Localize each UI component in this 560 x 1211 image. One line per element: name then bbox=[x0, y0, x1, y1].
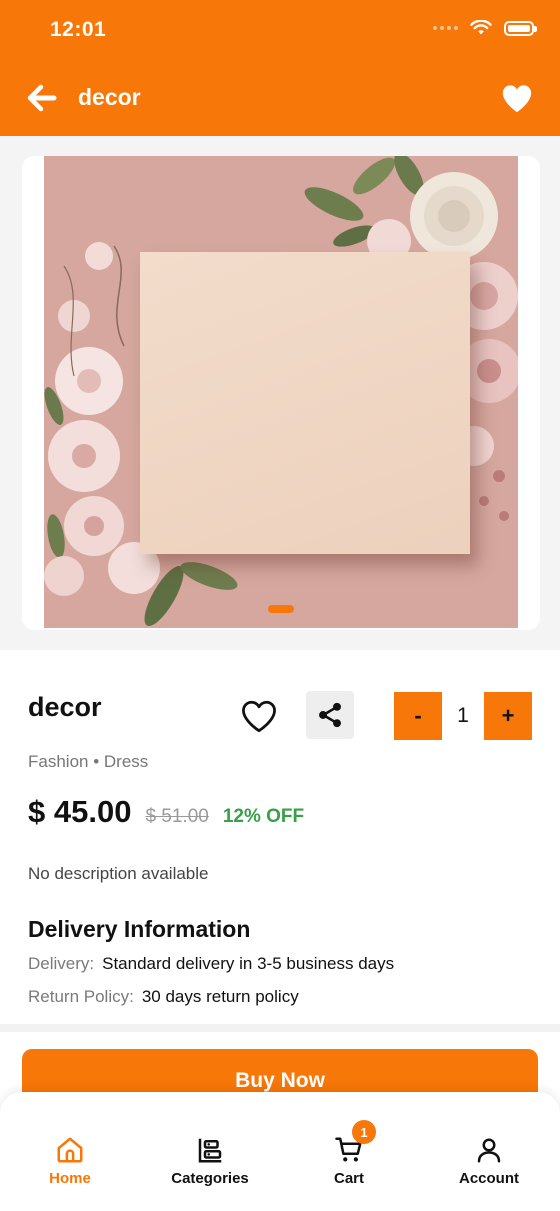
original-price: $ 51.00 bbox=[145, 806, 209, 827]
battery-icon bbox=[504, 20, 537, 36]
heart-filled-icon bbox=[502, 85, 532, 113]
share-icon bbox=[319, 702, 341, 728]
product-name: decor bbox=[28, 692, 102, 722]
bottom-navigation: Home Categories 1 Cart Account bbox=[0, 1092, 560, 1211]
status-time: 12:01 bbox=[50, 18, 107, 41]
return-policy-value: 30 days return policy bbox=[141, 987, 299, 1006]
nav-cart-label: Cart bbox=[333, 1170, 364, 1187]
back-button[interactable] bbox=[26, 82, 58, 114]
signal-icon bbox=[433, 26, 458, 30]
nav-home[interactable]: Home bbox=[15, 1134, 125, 1187]
product-image bbox=[44, 156, 518, 628]
home-icon bbox=[53, 1134, 87, 1166]
page-title: decor bbox=[78, 84, 141, 110]
wifi-icon bbox=[470, 20, 492, 35]
section-divider bbox=[0, 1024, 560, 1032]
product-description: No description available bbox=[28, 864, 209, 883]
blank-card bbox=[140, 252, 470, 554]
categories-icon bbox=[193, 1134, 227, 1166]
delivery-info-title: Delivery Information bbox=[28, 916, 251, 942]
increase-quantity-button[interactable]: + bbox=[484, 692, 532, 740]
favorite-header-button[interactable] bbox=[500, 82, 534, 116]
price-row: $ 45.00 $ 51.00 12% OFF bbox=[28, 794, 304, 830]
image-card[interactable] bbox=[22, 156, 540, 630]
decrease-quantity-button[interactable]: - bbox=[394, 692, 442, 740]
cart-count-badge: 1 bbox=[352, 1120, 376, 1144]
nav-home-label: Home bbox=[49, 1170, 91, 1187]
product-category: Fashion • Dress bbox=[28, 752, 149, 771]
delivery-row: Delivery: Standard delivery in 3-5 busine… bbox=[28, 954, 394, 974]
delivery-value: Standard delivery in 3-5 business days bbox=[102, 954, 395, 973]
discount-badge: 12% OFF bbox=[222, 806, 305, 827]
app-header: 12:01 decor bbox=[0, 0, 560, 136]
return-policy-label: Return Policy: bbox=[28, 987, 134, 1006]
share-button[interactable] bbox=[306, 691, 354, 739]
quantity-value: 1 bbox=[457, 704, 469, 727]
image-gallery bbox=[0, 136, 560, 650]
nav-categories[interactable]: Categories bbox=[155, 1134, 265, 1187]
wishlist-button[interactable] bbox=[236, 693, 282, 739]
nav-account[interactable]: Account bbox=[434, 1134, 544, 1187]
nav-account-label: Account bbox=[459, 1170, 519, 1187]
status-icons bbox=[433, 20, 537, 36]
delivery-label: Delivery: bbox=[28, 954, 95, 973]
back-arrow-icon bbox=[27, 84, 57, 112]
current-price: $ 45.00 bbox=[28, 794, 132, 829]
gallery-pager-dot[interactable] bbox=[268, 605, 294, 613]
heart-outline-icon bbox=[242, 700, 276, 733]
return-policy-row: Return Policy: 30 days return policy bbox=[28, 987, 299, 1007]
nav-cart[interactable]: 1 Cart bbox=[294, 1120, 404, 1187]
account-icon bbox=[472, 1134, 506, 1166]
nav-categories-label: Categories bbox=[171, 1170, 249, 1187]
quantity-stepper: - 1 + bbox=[394, 692, 532, 740]
cart-icon: 1 bbox=[332, 1120, 376, 1166]
